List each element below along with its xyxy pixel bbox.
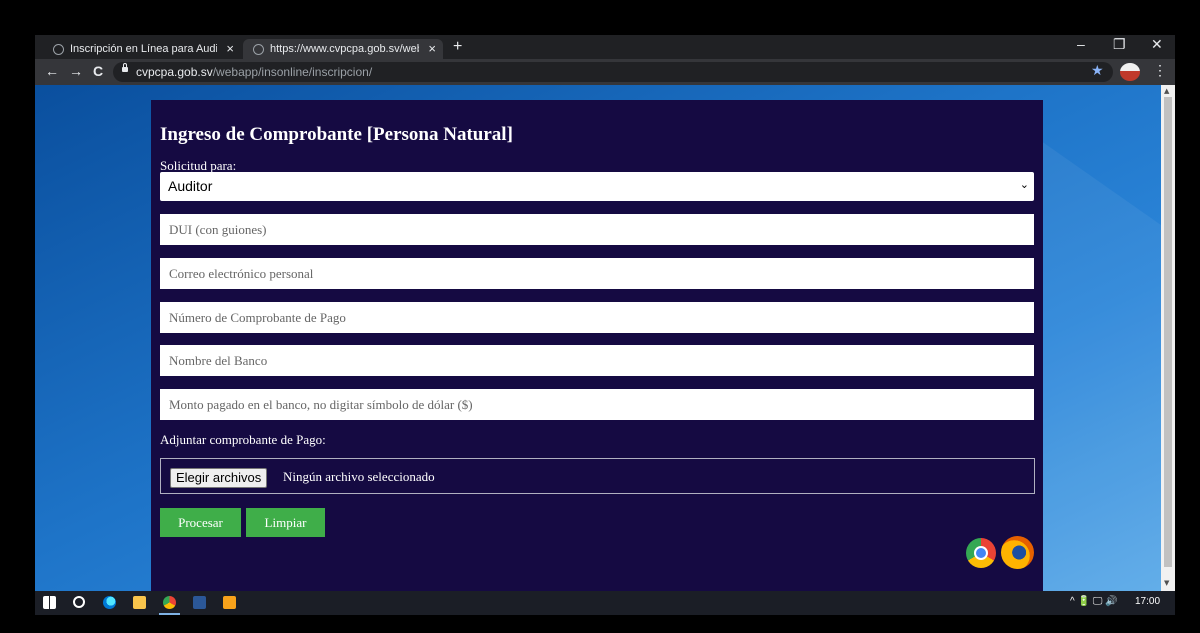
globe-icon [53, 44, 64, 55]
close-tab-icon[interactable]: × [428, 39, 436, 59]
search-icon[interactable] [73, 596, 85, 608]
address-toolbar: ← → C cvpcpa.gob.sv/webapp/insonline/ins… [35, 59, 1175, 85]
media-player-icon[interactable] [223, 596, 236, 609]
browser-tab-inscripcion[interactable]: Inscripción en Línea para Auditor × [43, 39, 241, 59]
star-icon[interactable]: ★ [1091, 63, 1104, 80]
attach-label: Adjuntar comprobante de Pago: [160, 432, 326, 447]
firefox-logo-icon [1001, 536, 1034, 569]
form-panel: Ingreso de Comprobante [Persona Natural]… [151, 100, 1043, 591]
new-tab-button[interactable]: + [453, 38, 462, 56]
browser-tab-strip: Inscripción en Línea para Auditor × http… [35, 35, 1175, 59]
dui-input[interactable] [160, 214, 1034, 245]
scroll-up-arrow-icon[interactable]: ▲ [1164, 87, 1169, 95]
file-upload-field: Elegir archivos Ningún archivo seleccion… [160, 458, 1035, 494]
process-button[interactable]: Procesar [160, 508, 241, 537]
receipt-number-input[interactable] [160, 302, 1034, 333]
url-path: /webapp/insonline/inscripcion/ [212, 65, 373, 79]
request-type-select[interactable]: Auditor ⌄ [160, 172, 1034, 201]
screen: Inscripción en Línea para Auditor × http… [35, 35, 1175, 615]
active-app-indicator [159, 613, 180, 615]
chevron-down-icon: ⌄ [1019, 178, 1029, 191]
close-window-button[interactable]: ✕ [1151, 36, 1163, 53]
tab-title: https://www.cvpcpa.gob.sv/webapp [270, 43, 419, 55]
scroll-down-arrow-icon[interactable]: ▼ [1164, 579, 1169, 587]
choose-file-button[interactable]: Elegir archivos [170, 468, 268, 488]
forward-button[interactable]: → [69, 63, 83, 79]
word-icon[interactable] [193, 596, 206, 609]
maximize-button[interactable]: ❐ [1113, 36, 1126, 53]
clear-button[interactable]: Limpiar [246, 508, 325, 537]
back-button[interactable]: ← [45, 63, 59, 79]
browser-tab-cvpcpa[interactable]: https://www.cvpcpa.gob.sv/webapp × [243, 39, 443, 59]
email-input[interactable] [160, 258, 1034, 289]
windows-start-icon[interactable] [43, 596, 56, 609]
amount-input[interactable] [160, 389, 1034, 420]
tab-title: Inscripción en Línea para Auditor [70, 43, 217, 55]
page-title: Ingreso de Comprobante [Persona Natural] [160, 124, 513, 145]
request-type-value: Auditor [168, 178, 213, 194]
reload-button[interactable]: C [93, 63, 103, 79]
page-viewport: Ingreso de Comprobante [Persona Natural]… [35, 85, 1161, 591]
url-host: cvpcpa.gob.sv [136, 65, 213, 79]
browser-menu-button[interactable]: ⋮ [1153, 62, 1167, 79]
file-status-text: Ningún archivo seleccionado [283, 469, 435, 484]
profile-avatar-icon[interactable] [1120, 63, 1140, 81]
taskbar: ^ 🔋 🖵 🔊 17:00 [35, 591, 1175, 615]
address-bar[interactable]: cvpcpa.gob.sv/webapp/insonline/inscripci… [113, 62, 1113, 82]
chrome-icon[interactable] [163, 596, 176, 609]
lock-icon [122, 63, 128, 72]
clock[interactable]: 17:00 [1135, 596, 1160, 607]
minimize-button[interactable]: – [1077, 36, 1085, 52]
bank-name-input[interactable] [160, 345, 1034, 376]
close-tab-icon[interactable]: × [226, 39, 234, 59]
scrollbar[interactable]: ▲ ▼ [1161, 85, 1175, 591]
chrome-logo-icon [966, 538, 996, 568]
scroll-thumb[interactable] [1164, 97, 1172, 567]
system-tray[interactable]: ^ 🔋 🖵 🔊 [1070, 596, 1118, 607]
url-text[interactable]: cvpcpa.gob.sv/webapp/insonline/inscripci… [136, 65, 372, 79]
file-explorer-icon[interactable] [133, 596, 146, 609]
edge-icon[interactable] [103, 596, 116, 609]
globe-icon [253, 44, 264, 55]
